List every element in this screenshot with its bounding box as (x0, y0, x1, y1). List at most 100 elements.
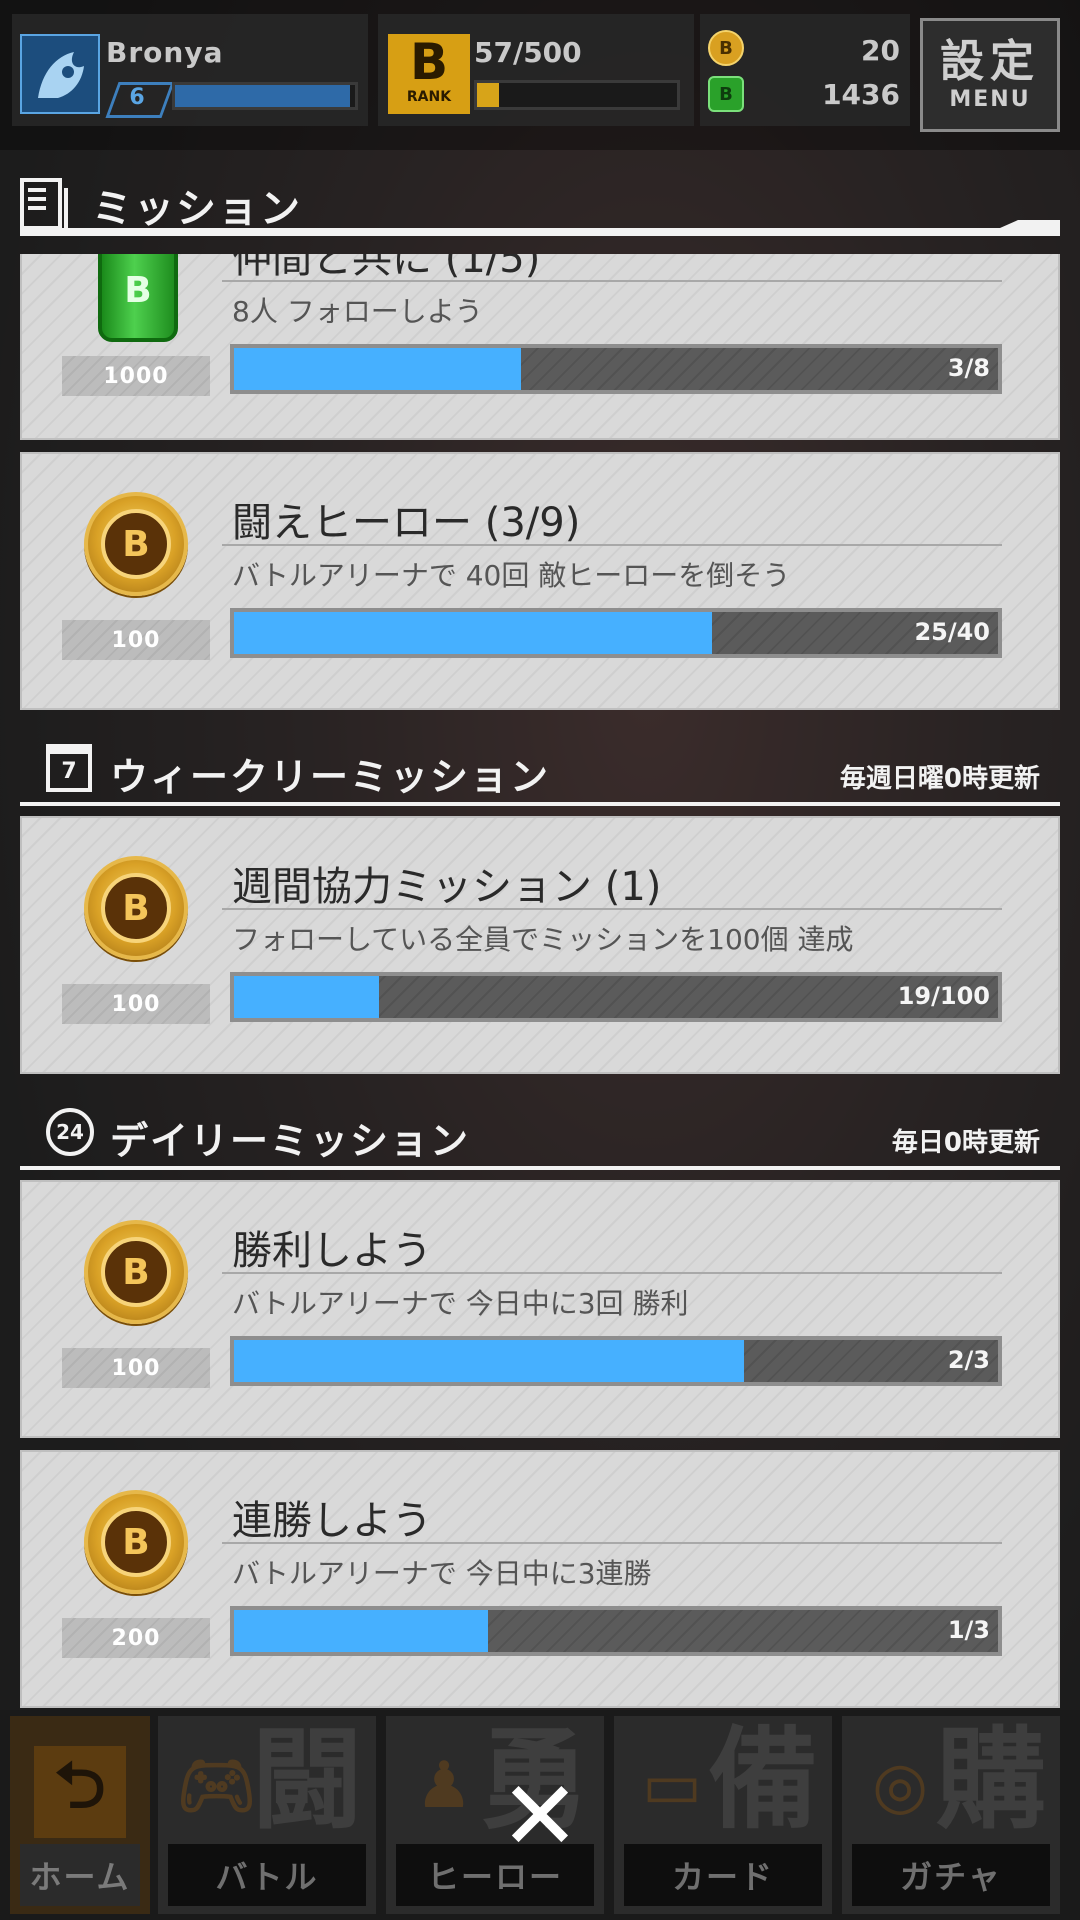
nav-home-label: ホーム (20, 1844, 140, 1906)
clock-24-icon: 24 (46, 1108, 94, 1156)
weekly-reset-note: 毎週日曜0時更新 (839, 764, 1040, 794)
avatar[interactable] (20, 34, 100, 114)
player-level: 6 (129, 84, 145, 110)
menu-label: MENU (949, 87, 1031, 112)
mission-progress-bar: 19/100 (230, 972, 1002, 1022)
title-divider (222, 1542, 1002, 1544)
close-button[interactable]: ✕ (498, 1768, 582, 1864)
mission-list[interactable]: B 1000 仲間と共に (1/5) 8人 フォローしよう 3/8 B 100 … (20, 254, 1060, 1709)
mission-card[interactable]: B 100 勝利しよう バトルアリーナで 今日中に3回 勝利 2/3 (20, 1180, 1060, 1438)
hero-icon: ♟ (415, 1749, 473, 1823)
nav-gacha[interactable]: ◎ 購 ガチャ (842, 1716, 1060, 1914)
card-icon: ▭ (641, 1749, 703, 1823)
reward-amount: 200 (62, 1618, 210, 1658)
player-name: Bronya (106, 36, 224, 69)
calendar-icon: 7 (46, 744, 92, 792)
gem-reward-icon: B (98, 254, 178, 342)
rank-icon-letter: B (409, 33, 449, 91)
progress-text: 25/40 (914, 618, 990, 646)
progress-fill (234, 612, 712, 654)
rank-icon: B RANK (388, 34, 470, 114)
gem-value: 1436 (822, 78, 900, 111)
nav-card-label: カード (624, 1844, 822, 1906)
gem-icon: B (708, 76, 744, 112)
coin-icon: B (708, 30, 744, 66)
coin-reward-icon: B (84, 1220, 188, 1324)
coin-reward-letter: B (101, 509, 171, 579)
gacha-glyph: 購 (936, 1716, 1046, 1844)
coin-reward-letter: B (101, 1237, 171, 1307)
gamepad-icon: 🎮︎ (176, 1749, 258, 1823)
progress-fill (234, 1340, 744, 1382)
weekly-section-header: 7 ウィークリーミッション 毎週日曜0時更新 (20, 736, 1060, 806)
mission-card[interactable]: B 200 連勝しよう バトルアリーナで 今日中に3連勝 1/3 (20, 1450, 1060, 1708)
reward-icon: B (84, 1490, 192, 1598)
rank-count: 57/500 (474, 36, 582, 69)
mission-title: 勝利しよう (232, 1228, 432, 1274)
title-divider (222, 544, 1002, 546)
reward-icon: B (84, 856, 192, 964)
rank-icon-label: RANK (406, 89, 452, 105)
modal-title: ミッション (92, 186, 302, 232)
daily-reset-note: 毎日0時更新 (891, 1128, 1040, 1158)
reward-icon: B (84, 1220, 192, 1328)
rank-bar (474, 80, 680, 110)
reward-icon: B (84, 492, 192, 600)
progress-text: 19/100 (897, 982, 990, 1010)
mission-description: 8人 フォローしよう (232, 295, 483, 328)
nav-battle[interactable]: 🎮︎ 闘 バトル (158, 1716, 376, 1914)
menu-button[interactable]: 設定 MENU (920, 18, 1060, 132)
nav-card[interactable]: ▭ 備 カード (614, 1716, 832, 1914)
reward-amount: 100 (62, 984, 210, 1024)
title-divider (222, 280, 1002, 282)
xp-bar-fill (175, 85, 350, 107)
coin-reward-letter: B (101, 873, 171, 943)
coin-reward-icon: B (84, 492, 188, 596)
mission-progress-bar: 1/3 (230, 1606, 1002, 1656)
mission-description: フォローしている全員でミッションを100個 達成 (232, 923, 854, 956)
title-divider (222, 908, 1002, 910)
mission-title: 週間協力ミッション (1) (232, 864, 662, 910)
daily-section-header: 24 デイリーミッション 毎日0時更新 (20, 1100, 1060, 1170)
return-icon: ⮌ (34, 1746, 126, 1838)
header-divider (20, 228, 1060, 236)
battle-glyph: 闘 (252, 1716, 362, 1844)
mission-card[interactable]: B 100 週間協力ミッション (1) フォローしている全員でミッションを100… (20, 816, 1060, 1074)
progress-text: 3/8 (947, 354, 990, 382)
reward-amount: 100 (62, 1348, 210, 1388)
section-divider (20, 1166, 1060, 1170)
menu-kanji: 設定 (940, 36, 1040, 87)
coin-reward-icon: B (84, 1490, 188, 1594)
mission-card[interactable]: B 100 闘えヒーロー (3/9) バトルアリーナで 40回 敵ヒーローを倒そ… (20, 452, 1060, 710)
mission-progress-bar: 3/8 (230, 344, 1002, 394)
coin-value: 20 (861, 34, 900, 67)
reward-amount: 100 (62, 620, 210, 660)
avatar-silhouette-icon (38, 52, 84, 98)
progress-text: 1/3 (947, 1616, 990, 1644)
nav-home[interactable]: ⮌ ホーム (10, 1716, 150, 1914)
progress-fill (234, 1610, 489, 1652)
mission-title: 闘えヒーロー (3/9) (232, 500, 581, 546)
daily-section-title: デイリーミッション (110, 1119, 471, 1163)
level-badge: 6 (108, 80, 166, 114)
reward-amount: 1000 (62, 356, 210, 396)
section-divider (20, 802, 1060, 806)
progress-fill (234, 976, 380, 1018)
weekly-section-title: ウィークリーミッション (110, 755, 551, 799)
mission-card[interactable]: B 1000 仲間と共に (1/5) 8人 フォローしよう 3/8 (20, 254, 1060, 440)
card-glyph: 備 (708, 1716, 818, 1844)
progress-fill (234, 348, 521, 390)
nav-battle-label: バトル (168, 1844, 366, 1906)
progress-text: 2/3 (947, 1346, 990, 1374)
document-icon (20, 178, 68, 236)
reward-icon: B (84, 254, 192, 346)
top-hud: Bronya 6 B RANK 57/500 B 20 B 1436 設定 ME… (0, 0, 1080, 150)
mission-description: バトルアリーナで 40回 敵ヒーローを倒そう (232, 559, 791, 592)
mission-title: 連勝しよう (232, 1498, 432, 1544)
mission-progress-bar: 2/3 (230, 1336, 1002, 1386)
mission-progress-bar: 25/40 (230, 608, 1002, 658)
mission-description: バトルアリーナで 今日中に3連勝 (232, 1557, 652, 1590)
nav-gacha-label: ガチャ (852, 1844, 1050, 1906)
mission-description: バトルアリーナで 今日中に3回 勝利 (232, 1287, 689, 1320)
coin-reward-letter: B (101, 1507, 171, 1577)
